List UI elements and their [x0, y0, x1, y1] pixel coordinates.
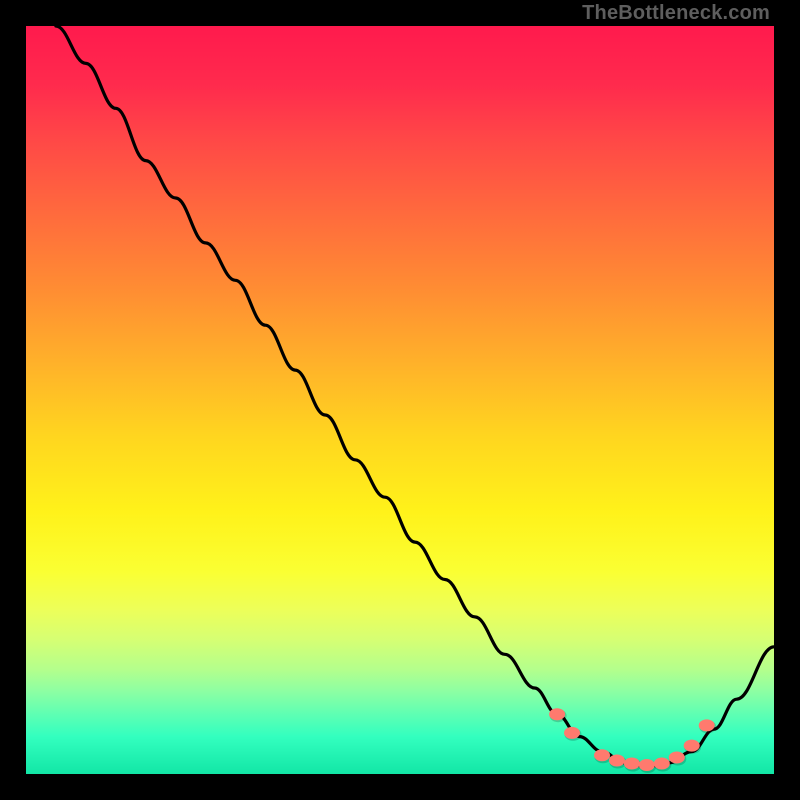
- marker-dot: [639, 759, 655, 771]
- marker-dot: [669, 752, 685, 764]
- marker-dot: [684, 740, 700, 752]
- attribution-text: TheBottleneck.com: [582, 2, 770, 25]
- marker-dot: [624, 758, 640, 770]
- marker-dot: [654, 758, 670, 770]
- plot-area: [26, 26, 774, 774]
- marker-dot: [564, 727, 580, 739]
- marker-dot: [594, 749, 610, 761]
- marker-dot: [699, 719, 715, 731]
- bottleneck-curve: [56, 26, 774, 767]
- marker-dot: [549, 708, 565, 720]
- marker-dot: [609, 755, 625, 767]
- marker-dots: [549, 708, 716, 773]
- curve-svg: [26, 26, 774, 774]
- chart-frame: TheBottleneck.com: [0, 0, 800, 800]
